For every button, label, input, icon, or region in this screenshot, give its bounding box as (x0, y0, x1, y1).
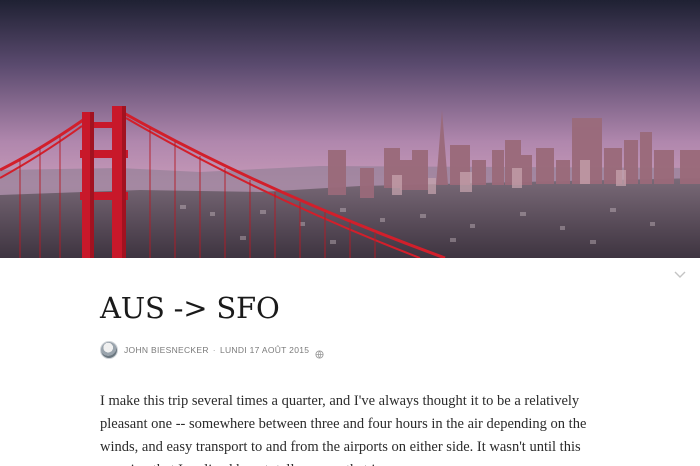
author-name[interactable]: JOHN BIESNECKER (124, 345, 209, 355)
post-byline: JOHN BIESNECKER · LUNDI 17 AOÛT 2015 (100, 340, 620, 360)
chevron-down-icon[interactable] (672, 266, 688, 282)
avatar[interactable] (100, 341, 118, 359)
globe-icon (315, 346, 324, 359)
post-body: I make this trip several times a quarter… (100, 393, 587, 466)
post-date[interactable]: LUNDI 17 AOÛT 2015 (220, 345, 309, 355)
cover-photo (0, 0, 700, 258)
byline-separator: · (212, 345, 216, 355)
post-title: AUS -> SFO (100, 291, 280, 325)
post-article: AUS -> SFO JOHN BIESNECKER · LUNDI 17 AO… (100, 288, 620, 466)
